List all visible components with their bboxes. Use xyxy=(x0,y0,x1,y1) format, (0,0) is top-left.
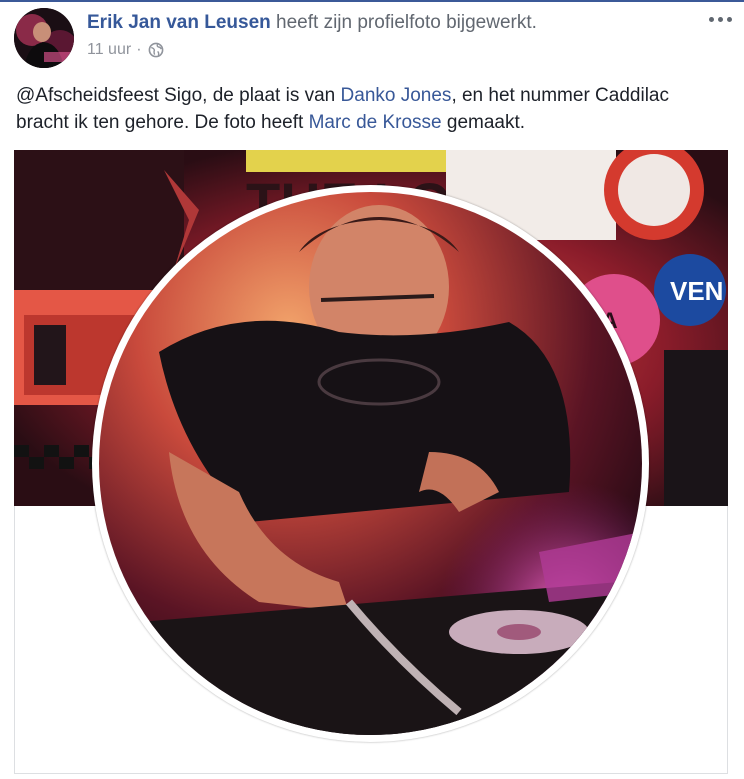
post-meta: 11 uur · xyxy=(87,40,164,60)
marc-de-krosse-link[interactable]: Marc de Krosse xyxy=(309,112,442,133)
post-timestamp[interactable]: 11 uur xyxy=(87,40,131,60)
more-dot xyxy=(708,16,714,22)
more-options-icon[interactable] xyxy=(705,10,735,28)
post-body: @Afscheidsfeest Sigo, de plaat is van Da… xyxy=(16,82,716,136)
danko-jones-link[interactable]: Danko Jones xyxy=(341,85,452,106)
meta-separator: · xyxy=(136,41,142,58)
post-header: Erik Jan van Leusen heeft zijn profielfo… xyxy=(87,11,537,35)
post-text-part: @Afscheidsfeest Sigo, de plaat is van xyxy=(16,85,341,106)
more-dot xyxy=(717,16,723,22)
more-dot xyxy=(726,16,732,22)
sticker-text: VEN xyxy=(670,276,723,306)
top-border xyxy=(0,0,744,2)
profile-photo[interactable] xyxy=(99,192,642,735)
post-action-text: heeft zijn profielfoto bijgewerkt. xyxy=(276,12,537,33)
avatar[interactable] xyxy=(14,8,74,68)
author-name-link[interactable]: Erik Jan van Leusen xyxy=(87,12,271,33)
globe-icon[interactable] xyxy=(148,42,164,58)
post-text-part: gemaakt. xyxy=(441,112,526,133)
